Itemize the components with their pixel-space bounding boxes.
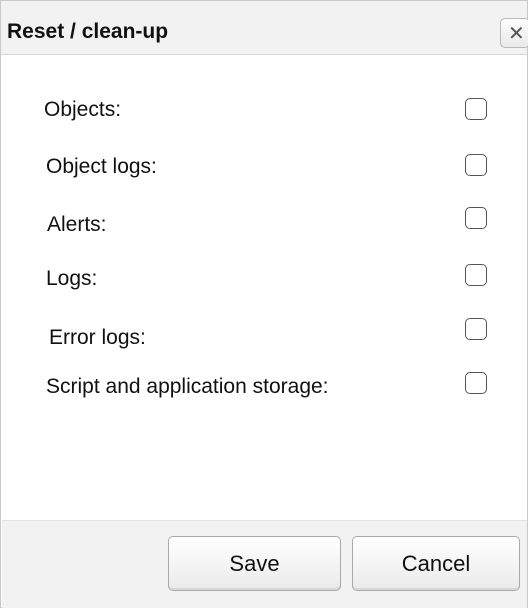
dialog-title: Reset / clean-up xyxy=(7,20,169,43)
alerts-label: Alerts: xyxy=(47,213,107,236)
script-storage-checkbox[interactable] xyxy=(465,372,487,394)
reset-cleanup-dialog: Reset / clean-up ✕ Objects: Object logs:… xyxy=(0,0,528,608)
close-icon: ✕ xyxy=(508,21,525,45)
object-logs-checkbox[interactable] xyxy=(465,154,487,176)
objects-label: Objects: xyxy=(44,98,122,121)
close-button[interactable]: ✕ xyxy=(500,18,528,48)
object-logs-label: Object logs: xyxy=(46,155,157,178)
objects-checkbox[interactable] xyxy=(465,98,487,120)
logs-checkbox[interactable] xyxy=(465,264,487,286)
error-logs-checkbox[interactable] xyxy=(465,318,487,340)
error-logs-label: Error logs: xyxy=(49,326,146,349)
logs-label: Logs: xyxy=(46,267,98,290)
dialog-titlebar: Reset / clean-up ✕ xyxy=(1,1,528,55)
cancel-button[interactable]: Cancel xyxy=(352,536,520,591)
save-button[interactable]: Save xyxy=(168,536,341,591)
script-storage-label: Script and application storage: xyxy=(46,375,329,398)
alerts-checkbox[interactable] xyxy=(465,207,487,229)
